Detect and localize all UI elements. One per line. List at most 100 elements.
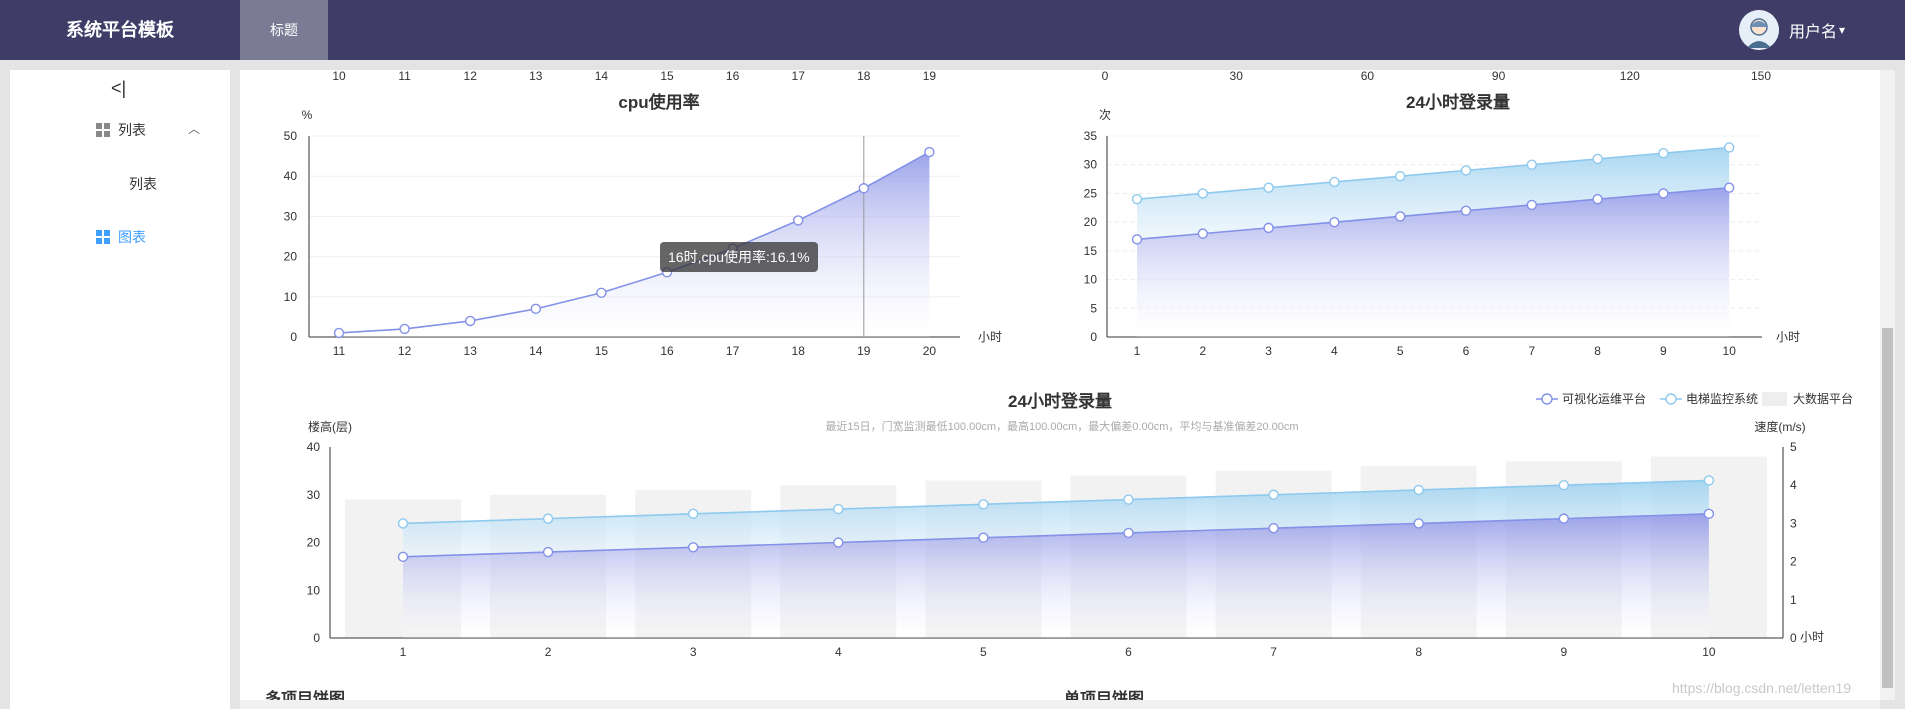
y-tick-label: 10 bbox=[1084, 273, 1098, 287]
top-axis-tick-label: 12 bbox=[464, 69, 478, 83]
top-axis-tick-label: 19 bbox=[923, 69, 937, 83]
y-tick-label: 35 bbox=[1084, 129, 1098, 143]
x-tick-label: 6 bbox=[1125, 645, 1132, 659]
x-tick-label: 13 bbox=[464, 344, 478, 358]
x-tick-label: 9 bbox=[1560, 645, 1567, 659]
y-tick-label: 20 bbox=[284, 250, 298, 264]
top-axis-tick-label: 60 bbox=[1361, 69, 1375, 83]
login-point-a bbox=[1658, 188, 1669, 199]
x-tick-label: 8 bbox=[1594, 344, 1601, 358]
x-tick-label: 1 bbox=[400, 645, 407, 659]
x-tick-label: 10 bbox=[1723, 344, 1737, 358]
x-tick-label: 8 bbox=[1415, 645, 1422, 659]
y-tick-label: 5 bbox=[1090, 301, 1097, 315]
y-tick-label: 30 bbox=[284, 209, 298, 223]
combo-point-b bbox=[1413, 484, 1424, 496]
login-point-b bbox=[1658, 148, 1669, 159]
x-tick-label: 7 bbox=[1528, 344, 1535, 358]
combo-point-b bbox=[978, 499, 989, 510]
multi-pie-title: 多项目饼图 bbox=[265, 691, 346, 700]
y-left-tick-label: 40 bbox=[307, 440, 321, 454]
single-pie-title: 单项目饼图 bbox=[1064, 691, 1145, 700]
y-axis-unit: 次 bbox=[1099, 108, 1111, 122]
y-right-tick-label: 2 bbox=[1790, 555, 1797, 569]
login-point-b bbox=[1526, 159, 1538, 170]
legend-symbol bbox=[1762, 392, 1787, 406]
y-tick-label: 30 bbox=[1084, 158, 1098, 172]
top-axis-tick-label: 150 bbox=[1751, 69, 1771, 83]
x-tick-label: 3 bbox=[690, 645, 697, 659]
x-tick-label: 18 bbox=[792, 344, 806, 358]
y-tick-label: 0 bbox=[1090, 330, 1097, 344]
legend-label: 大数据平台 bbox=[1793, 391, 1853, 406]
cpu-point bbox=[596, 287, 607, 298]
x-tick-label: 5 bbox=[980, 645, 987, 659]
login-point-a bbox=[1131, 234, 1143, 245]
scrollbar-thumb[interactable] bbox=[1882, 328, 1893, 688]
top-axis-tick-label: 18 bbox=[857, 69, 871, 83]
login-point-a bbox=[1526, 199, 1538, 211]
x-tick-label: 11 bbox=[333, 344, 346, 358]
chart-subtitle: 最近15日，门宽监测最低100.00cm，最高100.00cm，最大偏差0.00… bbox=[825, 419, 1298, 433]
y-left-tick-label: 30 bbox=[307, 488, 321, 502]
y-left-axis-label: 楼高(层) bbox=[308, 419, 352, 434]
top-axis-tick-label: 11 bbox=[398, 69, 411, 83]
watermark: https://blog.csdn.net/letten19 bbox=[1672, 680, 1852, 696]
combo-point-b bbox=[688, 508, 699, 520]
login-point-b bbox=[1197, 188, 1209, 199]
y-tick-label: 20 bbox=[1084, 215, 1098, 229]
charts-canvas: 10 11 12 13 14 15 16 17 18 19cpu使用率%0102030405011… bbox=[284, 69, 1853, 659]
top-axis-tick-label: 17 bbox=[792, 69, 806, 83]
cpu-point bbox=[399, 323, 410, 335]
combo-point-a bbox=[978, 532, 989, 543]
combo-point-b bbox=[1268, 489, 1279, 500]
login-point-a bbox=[1197, 228, 1209, 239]
cpu-point bbox=[793, 215, 804, 226]
combo-point-a bbox=[1703, 508, 1715, 520]
y-tick-label: 10 bbox=[284, 290, 298, 304]
y-left-tick-label: 20 bbox=[307, 536, 321, 550]
combo-point-a bbox=[1268, 522, 1279, 534]
cpu-point bbox=[858, 183, 869, 194]
y-right-axis-label: 速度(m/s) bbox=[1754, 419, 1805, 434]
y-right-tick-label: 3 bbox=[1790, 516, 1797, 530]
login-point-a bbox=[1329, 216, 1340, 228]
login-point-a bbox=[1263, 222, 1274, 234]
combo-point-a bbox=[1413, 518, 1424, 529]
x-tick-label: 5 bbox=[1397, 344, 1404, 358]
top-axis-tick-label: 120 bbox=[1620, 69, 1640, 83]
top-axis-tick-label: 15 bbox=[660, 69, 674, 83]
login-point-b bbox=[1329, 176, 1340, 188]
x-tick-label: 4 bbox=[835, 645, 842, 659]
x-axis-unit: 小时 bbox=[1776, 330, 1800, 344]
login-point-b bbox=[1723, 142, 1735, 153]
y-tick-label: 15 bbox=[1084, 244, 1098, 258]
x-tick-label: 3 bbox=[1265, 344, 1272, 358]
x-tick-label: 9 bbox=[1660, 344, 1667, 358]
login-point-b bbox=[1460, 165, 1472, 176]
x-tick-label: 2 bbox=[545, 645, 552, 659]
horizontal-scrollbar[interactable] bbox=[240, 700, 1880, 709]
x-tick-label: 10 bbox=[1702, 645, 1716, 659]
y-left-tick-label: 10 bbox=[307, 583, 321, 597]
top-axis-tick-label: 0 bbox=[1102, 69, 1109, 83]
x-tick-label: 20 bbox=[923, 344, 937, 358]
x-tick-label: 14 bbox=[529, 344, 543, 358]
login-point-a bbox=[1460, 205, 1472, 216]
y-axis-unit: % bbox=[302, 108, 313, 122]
cpu-point bbox=[465, 315, 476, 327]
combo-chart: 24小时登录量最近15日，门宽监测最低100.00cm，最高100.00cm，最… bbox=[307, 391, 1853, 659]
x-tick-label: 19 bbox=[857, 344, 871, 358]
combo-point-b bbox=[1558, 480, 1570, 491]
legend-symbol bbox=[1665, 393, 1677, 405]
top-axis-tick-label: 16 bbox=[726, 69, 740, 83]
y-left-tick-label: 0 bbox=[313, 631, 320, 645]
combo-point-b bbox=[542, 513, 554, 524]
login-point-a bbox=[1723, 182, 1735, 193]
x-tick-label: 7 bbox=[1270, 645, 1277, 659]
cpu-point bbox=[333, 327, 345, 339]
legend-label: 电梯监控系统 bbox=[1686, 392, 1758, 406]
login-point-b bbox=[1394, 170, 1406, 182]
login-point-a bbox=[1592, 193, 1603, 205]
x-axis-unit: 小时 bbox=[1800, 630, 1824, 644]
